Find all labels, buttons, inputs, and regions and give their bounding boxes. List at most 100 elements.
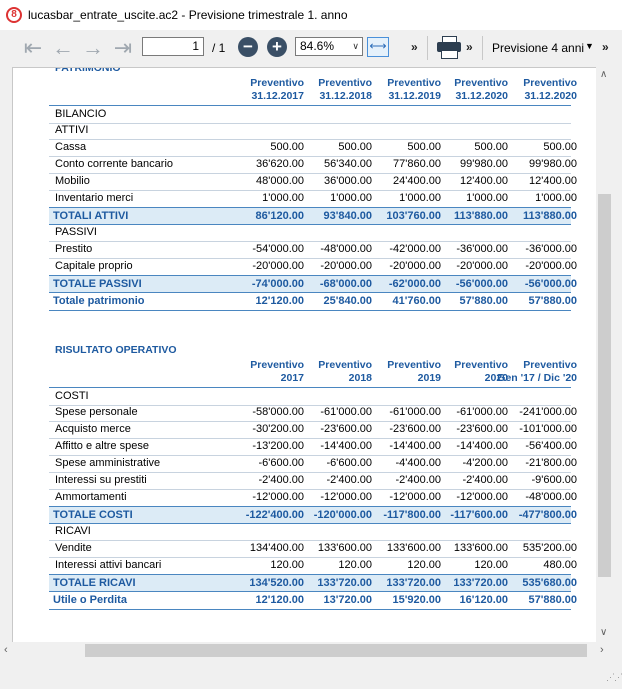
- row-label: Acquisto merce: [55, 423, 131, 435]
- table-row: Prestito -54'000.00 -48'000.00 -42'000.00 -3…: [49, 241, 577, 259]
- cell-value: 500.00: [338, 141, 372, 153]
- cell-value: 113'880.00: [453, 210, 508, 222]
- cell-value: 16'120.00: [459, 594, 509, 606]
- column-header-line2: 31.12.2020: [455, 89, 508, 102]
- fit-width-icon[interactable]: ⟷: [367, 37, 389, 57]
- column-header: Preventivo 2018: [292, 359, 372, 384]
- table-row: Cassa 500.00 500.00 500.00 500.00 500.00: [49, 139, 577, 157]
- row-label: RICAVI: [55, 525, 91, 537]
- column-header: Preventivo 31.12.2020: [428, 77, 508, 102]
- cell-value: 120.00: [338, 559, 372, 571]
- column-header-line2: Gen '17 / Dic '20: [497, 371, 577, 384]
- cell-value: 535'680.00: [522, 577, 577, 589]
- cell-value: -23'600.00: [320, 423, 372, 435]
- zoom-select[interactable]: 84.6% ∨: [295, 37, 363, 56]
- row-label: Spese amministrative: [55, 457, 161, 469]
- row-label: TOTALE COSTI: [53, 509, 133, 521]
- row-label: Conto corrente bancario: [55, 158, 174, 170]
- table-row: Utile o Perdita 12'120.00 13'720.00 15'920.…: [49, 591, 577, 610]
- scroll-up-icon[interactable]: ∧: [600, 69, 607, 80]
- cell-value: 133'720.00: [453, 577, 508, 589]
- dropdown-arrow-icon[interactable]: ▼: [585, 41, 594, 51]
- table-row: TOTALI ATTIVI 86'120.00 93'840.00 103'760.0…: [49, 207, 577, 225]
- scroll-down-icon[interactable]: ∨: [600, 627, 607, 638]
- column-header-line1: Preventivo: [318, 77, 372, 89]
- cell-value: -4'200.00: [462, 457, 508, 469]
- report-viewport[interactable]: PATRIMONIO Preventivo 31.12.2017 Preventivo…: [12, 67, 597, 644]
- cell-value: 500.00: [543, 141, 577, 153]
- cell-value: -21'800.00: [525, 457, 577, 469]
- vertical-scrollbar[interactable]: ∧ ∨: [596, 67, 613, 642]
- cell-value: 120.00: [474, 559, 508, 571]
- row-label: TOTALE RICAVI: [53, 577, 136, 589]
- cell-value: -2'400.00: [462, 474, 508, 486]
- column-header-line1: Preventivo: [523, 359, 577, 371]
- cell-value: -20'000.00: [456, 260, 508, 272]
- risultato-section-title: RISULTATO OPERATIVO: [55, 344, 177, 356]
- patrimonio-section-title: PATRIMONIO: [55, 67, 121, 74]
- row-label: Interessi su prestiti: [55, 474, 147, 486]
- resize-grip-icon[interactable]: ⋰⋰: [606, 672, 622, 683]
- cell-value: -23'600.00: [456, 423, 508, 435]
- cell-value: -48'000.00: [525, 491, 577, 503]
- cell-value: 57'880.00: [528, 295, 578, 307]
- overflow-chevron-icon[interactable]: »: [602, 40, 609, 54]
- cell-value: 480.00: [543, 559, 577, 571]
- period-select[interactable]: Previsione 4 anni: [492, 41, 584, 55]
- table-row: Inventario merci 1'000.00 1'000.00 1'000.00…: [49, 190, 577, 208]
- scroll-right-icon[interactable]: ›: [600, 644, 604, 656]
- zoom-out-icon[interactable]: −: [238, 37, 258, 57]
- row-label: Interessi attivi bancari: [55, 559, 162, 571]
- row-label: BILANCIO: [55, 108, 107, 120]
- table-row: ATTIVI: [49, 122, 571, 140]
- column-header-line2: 31.12.2018: [319, 89, 372, 102]
- table-row: Interessi su prestiti -2'400.00 -2'400.00 -…: [49, 472, 577, 490]
- cell-value: -14'400.00: [456, 440, 508, 452]
- column-header-line1: Preventivo: [523, 77, 577, 89]
- scroll-left-icon[interactable]: ‹: [4, 644, 8, 656]
- cell-value: 56'340.00: [324, 158, 372, 170]
- table-row: TOTALE RICAVI 134'520.00 133'720.00 133'720…: [49, 574, 577, 592]
- cell-value: -56'000.00: [524, 278, 577, 290]
- cell-value: -9'600.00: [531, 474, 577, 486]
- cell-value: -20'000.00: [320, 260, 372, 272]
- cell-value: 12'400.00: [460, 175, 508, 187]
- cell-value: -61'000.00: [456, 406, 508, 418]
- chevron-down-icon: ∨: [352, 41, 359, 51]
- cell-value: 113'880.00: [522, 210, 577, 222]
- row-label: COSTI: [55, 390, 89, 402]
- cell-value: 1'000.00: [535, 192, 577, 204]
- next-page-icon[interactable]: →: [80, 30, 106, 66]
- title-bar: 8 lucasbar_entrate_uscite.ac2 - Previsio…: [0, 0, 622, 30]
- cell-value: -48'000.00: [320, 243, 372, 255]
- cell-value: 13'720.00: [323, 594, 373, 606]
- page-number-input[interactable]: 1: [142, 37, 204, 56]
- overflow-chevron-icon[interactable]: »: [466, 40, 473, 54]
- print-icon[interactable]: [437, 36, 461, 59]
- row-label: TOTALE PASSIVI: [53, 278, 142, 290]
- table-row: Ammortamenti -12'000.00 -12'000.00 -12'000.…: [49, 489, 577, 507]
- table-row: Interessi attivi bancari 120.00 120.00 120.…: [49, 557, 577, 575]
- row-label: Totale patrimonio: [53, 295, 145, 307]
- scrollbar-thumb[interactable]: [598, 194, 611, 577]
- cell-value: 1'000.00: [466, 192, 508, 204]
- horizontal-scrollbar[interactable]: ‹ ›: [0, 642, 613, 659]
- cell-value: -12'000.00: [320, 491, 372, 503]
- zoom-in-icon[interactable]: +: [267, 37, 287, 57]
- first-page-icon[interactable]: ⇤: [20, 30, 46, 66]
- column-header-line1: Preventivo: [454, 77, 508, 89]
- cell-value: -20'000.00: [525, 260, 577, 272]
- cell-value: 535'200.00: [522, 542, 577, 554]
- previous-page-icon[interactable]: ←: [50, 30, 76, 66]
- table-row: PASSIVI: [49, 224, 571, 242]
- row-label: Ammortamenti: [55, 491, 127, 503]
- overflow-chevron-icon[interactable]: »: [411, 40, 418, 54]
- cell-value: 133'720.00: [317, 577, 372, 589]
- scrollbar-thumb[interactable]: [85, 644, 587, 657]
- cell-value: 25'840.00: [323, 295, 373, 307]
- table-row: Mobilio 48'000.00 36'000.00 24'400.00 12'400…: [49, 173, 577, 191]
- cell-value: -56'000.00: [455, 278, 508, 290]
- last-page-icon[interactable]: ⇥: [110, 30, 136, 66]
- column-header-line2: 2018: [348, 371, 372, 384]
- column-header: Preventivo 31.12.2018: [292, 77, 372, 102]
